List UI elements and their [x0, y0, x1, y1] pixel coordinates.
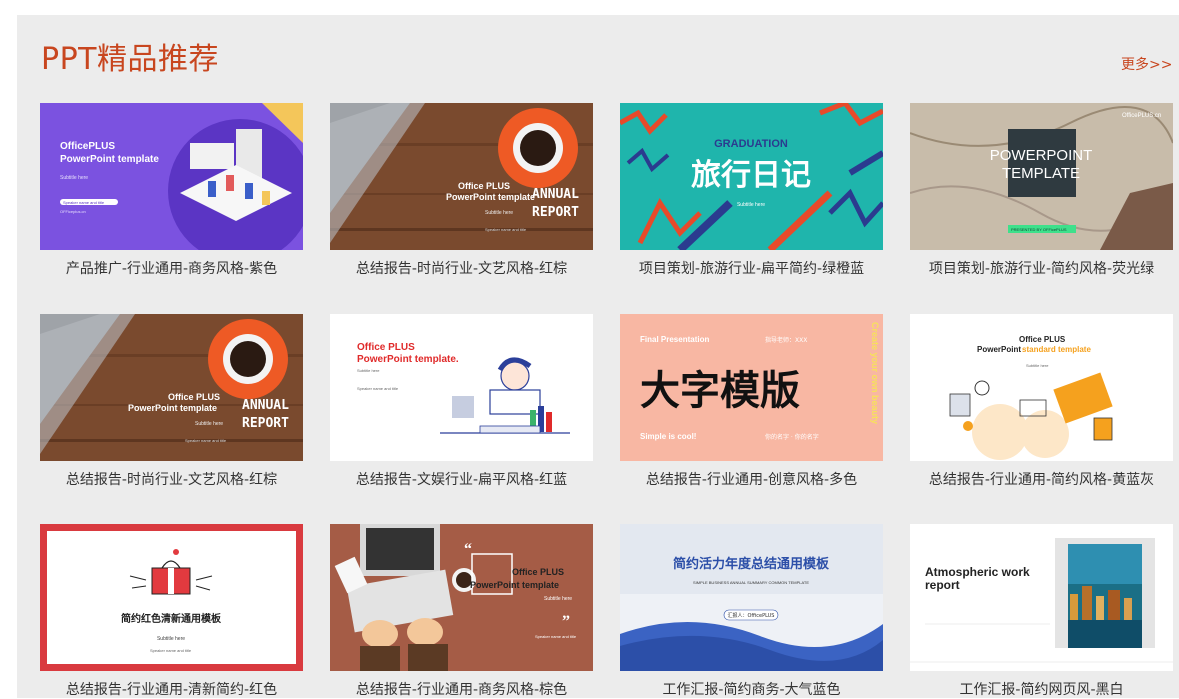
svg-text:“: “	[464, 541, 472, 558]
card-text: Office PLUS	[512, 567, 564, 577]
card-text: Speaker name and title	[150, 648, 192, 653]
card-text: 你的名字 · 你的名字	[765, 433, 819, 441]
template-thumbnail[interactable]: Office PLUS PowerPoint standard template…	[910, 314, 1173, 461]
card-text: PowerPoint template	[470, 580, 559, 590]
card-text: REPORT	[532, 205, 579, 220]
card-text: SIMPLE BUSINESS ANNUAL SUMMARY COMMON TE…	[693, 580, 809, 585]
card-text: PowerPoint template.	[357, 354, 459, 365]
card-text: PowerPoint	[977, 345, 1021, 354]
card-text: ANNUAL	[242, 398, 289, 413]
card-text: standard template	[1022, 345, 1091, 354]
template-thumbnail[interactable]: 简约活力年度总结通用模板 SIMPLE BUSINESS ANNUAL SUMM…	[620, 524, 883, 671]
card-text: OFFiceplus.cn	[60, 209, 86, 214]
card-text: 旅行日记	[691, 158, 811, 193]
card-text: Create your own beauty	[870, 322, 880, 424]
card-text: TEMPLATE	[1002, 165, 1080, 182]
card-text: OfficePLUS.cn	[1122, 113, 1161, 119]
template-caption[interactable]: 总结报告-行业通用-商务风格-棕色	[330, 679, 593, 699]
card-text: POWERPOINT	[990, 147, 1093, 164]
card-text: PowerPoint template	[446, 192, 535, 202]
card-text: Office PLUS	[458, 181, 510, 191]
template-caption[interactable]: 项目策划-旅游行业-扁平简约-绿橙蓝	[620, 258, 883, 278]
card-text: Simple is cool!	[640, 432, 696, 441]
template-caption[interactable]: 总结报告-时尚行业-文艺风格-红棕	[330, 258, 593, 278]
card-text: Subtitle here	[485, 210, 513, 216]
template-caption[interactable]: 总结报告-行业通用-创意风格-多色	[620, 469, 883, 489]
card-text: PowerPoint template	[60, 154, 159, 165]
template-caption[interactable]: 总结报告-文娱行业-扁平风格-红蓝	[330, 469, 593, 489]
card-text: 简约活力年度总结通用模板	[673, 556, 830, 572]
card-text: 大字模版	[640, 368, 800, 414]
card-text: Office PLUS	[168, 392, 220, 402]
card-text: 汇报人：OfficePLUS	[728, 612, 775, 619]
template-thumbnail[interactable]: OfficePLUS PowerPoint template Subtitle …	[40, 103, 303, 250]
card-text: Final Presentation	[640, 335, 709, 344]
template-thumbnail[interactable]: Atmospheric work report	[910, 524, 1173, 671]
card-text: Office PLUS	[357, 342, 415, 353]
template-thumbnail[interactable]: GRADUATION 旅行日记 Subtitle here	[620, 103, 883, 250]
template-thumbnail[interactable]: Office PLUS PowerPoint template. Subtitl…	[330, 314, 593, 461]
card-text: report	[925, 578, 960, 592]
more-link[interactable]: 更多>>	[1121, 54, 1172, 74]
card-text: Office PLUS	[1019, 335, 1066, 344]
template-caption[interactable]: 总结报告-行业通用-清新简约-红色	[40, 679, 303, 699]
template-caption[interactable]: 产品推广-行业通用-商务风格-紫色	[40, 258, 303, 278]
template-caption[interactable]: 项目策划-旅游行业-简约风格-荧光绿	[910, 258, 1173, 278]
section-title: PPT精品推荐	[41, 42, 220, 77]
card-text: Subtitle here	[1026, 363, 1049, 368]
template-thumbnail[interactable]: Office PLUS PowerPoint template Subtitle…	[330, 524, 593, 671]
card-text: Subtitle here	[357, 368, 380, 373]
card-text: PowerPoint template	[128, 403, 217, 413]
template-thumbnail[interactable]: Office PLUS PowerPoint template ANNUAL R…	[40, 314, 303, 461]
card-text: PRESENTED BY OFFicePLUS	[1011, 227, 1067, 232]
template-thumbnail[interactable]: 简约红色清新通用模板 Subtitle here Speaker name an…	[40, 524, 303, 671]
template-thumbnail[interactable]: Office PLUS PowerPoint template ANNUAL R…	[330, 103, 593, 250]
card-text: REPORT	[242, 416, 289, 431]
template-caption[interactable]: 总结报告-时尚行业-文艺风格-红棕	[40, 469, 303, 489]
card-text: OfficePLUS	[60, 141, 115, 152]
card-text: 简约红色清新通用模板	[121, 612, 222, 625]
template-caption[interactable]: 工作汇报-简约网页风-黑白	[910, 679, 1173, 699]
card-text: Subtitle here	[195, 421, 223, 427]
template-caption[interactable]: 总结报告-行业通用-简约风格-黄蓝灰	[910, 469, 1173, 489]
card-text: Speaker name and title	[357, 386, 399, 391]
card-text: Subtitle here	[157, 636, 185, 642]
card-text: Subtitle here	[737, 202, 765, 208]
card-text: Atmospheric work	[925, 565, 1030, 579]
card-text: Speaker name and title	[185, 438, 227, 443]
card-text: Speaker name and title	[535, 634, 577, 639]
card-text: GRADUATION	[714, 138, 788, 150]
card-text: Speaker name and title	[63, 200, 105, 205]
card-text: Subtitle here	[544, 596, 572, 602]
card-text: Subtitle here	[60, 175, 88, 181]
card-text: ANNUAL	[532, 187, 579, 202]
template-thumbnail[interactable]: Final Presentation 指导老师：XXX 大字模版 Simple …	[620, 314, 883, 461]
svg-text:”: ”	[562, 613, 570, 630]
card-text: 指导老师：XXX	[765, 336, 807, 344]
template-thumbnail[interactable]: POWERPOINT TEMPLATE PRESENTED BY OFFiceP…	[910, 103, 1173, 250]
card-text: Speaker name and title	[485, 227, 527, 232]
template-caption[interactable]: 工作汇报-简约商务-大气蓝色	[620, 679, 883, 699]
